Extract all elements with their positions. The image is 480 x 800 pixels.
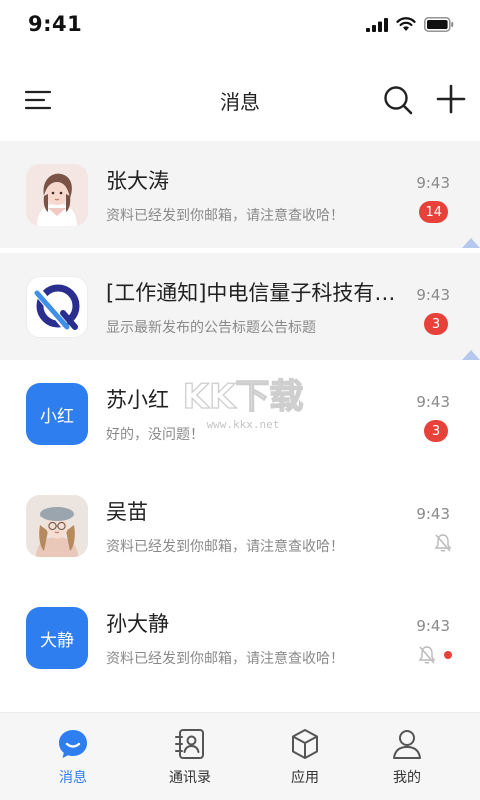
wifi-icon: [396, 17, 416, 31]
company-logo-icon: [34, 284, 80, 330]
message-item[interactable]: 吴苗 资料已经发到你邮箱，请注意查收哈！ 9:43: [0, 472, 480, 584]
message-preview: 资料已经发到你邮箱，请注意查收哈！: [106, 651, 344, 667]
pinned-corner-mark: [462, 238, 480, 248]
avatar: [26, 495, 88, 557]
avatar: 大静: [26, 607, 88, 669]
message-item[interactable]: 张大涛 资料已经发到你邮箱，请注意查收哈！ 9:43 14: [0, 141, 480, 248]
bell-off-icon: [434, 534, 452, 552]
message-item[interactable]: 小红 苏小红 好的，没问题！ 9:43 3: [0, 360, 480, 472]
chat-bubble-icon: [56, 727, 90, 761]
message-item[interactable]: 大静 孙大静 资料已经发到你邮箱，请注意查收哈！ 9:43: [0, 584, 480, 696]
girl-avatar-icon: [26, 495, 88, 557]
add-button[interactable]: [436, 84, 466, 114]
message-time: 9:43: [416, 617, 450, 635]
message-time: 9:43: [416, 505, 450, 523]
woman-avatar-icon: [26, 164, 88, 226]
message-preview: 资料已经发到你邮箱，请注意查收哈！: [106, 539, 344, 555]
mute-indicator: [418, 645, 452, 665]
tab-label: 消息: [59, 770, 87, 786]
status-icons: [366, 17, 454, 32]
contacts-book-icon: [173, 727, 207, 761]
status-time: 9:41: [28, 12, 83, 36]
message-preview: 显示最新发布的公告标题公告标题: [106, 320, 316, 336]
plus-icon: [436, 84, 466, 114]
contact-name: 苏小红: [106, 388, 169, 412]
battery-icon: [424, 17, 454, 32]
nav-bar: 消息: [0, 70, 480, 130]
contact-name: 吴苗: [106, 500, 148, 524]
message-time: 9:43: [416, 174, 450, 192]
message-preview: 好的，没问题！: [106, 427, 204, 443]
unread-badge: 3: [424, 313, 448, 335]
pinned-corner-mark: [462, 350, 480, 360]
message-preview: 资料已经发到你邮箱，请注意查收哈！: [106, 208, 344, 224]
avatar: [26, 164, 88, 226]
tab-label: 通讯录: [169, 770, 211, 786]
unread-dot: [444, 651, 452, 659]
status-bar: 9:41: [0, 0, 480, 52]
unread-badge: 14: [419, 201, 448, 223]
search-icon: [384, 86, 413, 115]
mute-indicator: [434, 533, 452, 553]
contact-name: 张大涛: [106, 169, 169, 193]
contact-name: [工作通知]中电信量子科技有限公司: [106, 281, 406, 305]
tab-bar: 消息 通讯录 应用 我的: [0, 712, 480, 800]
search-button[interactable]: [382, 84, 414, 116]
message-time: 9:43: [416, 393, 450, 411]
message-item[interactable]: [工作通知]中电信量子科技有限公司 显示最新发布的公告标题公告标题 9:43 3: [0, 253, 480, 360]
tab-label: 应用: [291, 770, 319, 786]
message-time: 9:43: [416, 286, 450, 304]
message-list: 张大涛 资料已经发到你邮箱，请注意查收哈！ 9:43 14 [工作通知]中电信量…: [0, 141, 480, 696]
contact-name: 孙大静: [106, 612, 169, 636]
avatar: [26, 276, 88, 338]
cube-icon: [288, 727, 322, 761]
tab-label: 我的: [393, 770, 421, 786]
avatar: 小红: [26, 383, 88, 445]
signal-icon: [366, 17, 388, 32]
tab-profile[interactable]: 我的: [347, 713, 467, 800]
tab-messages[interactable]: 消息: [13, 713, 133, 800]
person-icon: [390, 727, 424, 761]
bell-off-icon: [418, 646, 436, 664]
tab-contacts[interactable]: 通讯录: [130, 713, 250, 800]
unread-badge: 3: [424, 420, 448, 442]
